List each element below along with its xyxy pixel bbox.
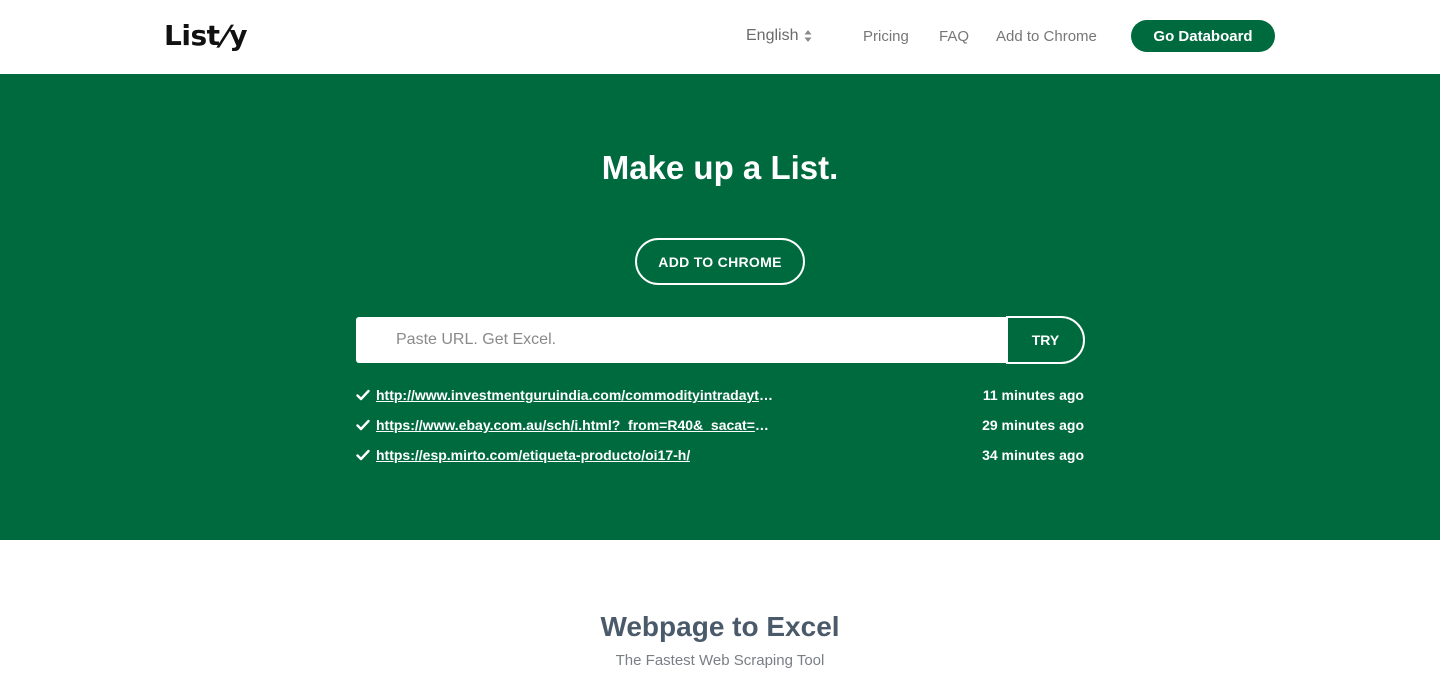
history-time: 11 minutes ago bbox=[982, 387, 1084, 403]
nav-add-to-chrome[interactable]: Add to Chrome bbox=[996, 20, 1097, 52]
hero-section: Make up a List. ADD TO CHROME TRY http:/… bbox=[0, 74, 1440, 540]
add-to-chrome-button[interactable]: ADD TO CHROME bbox=[635, 238, 805, 285]
history-url[interactable]: https://esp.mirto.com/etiqueta-producto/… bbox=[376, 447, 690, 463]
recent-history-list: http://www.investmentguruindia.com/commo… bbox=[356, 380, 1084, 470]
check-icon bbox=[356, 449, 370, 461]
history-url[interactable]: http://www.investmentguruindia.com/commo… bbox=[376, 387, 776, 403]
site-header: List/y English Pricing FAQ Add to Chrome… bbox=[0, 0, 1440, 74]
check-icon bbox=[356, 389, 370, 401]
url-input[interactable] bbox=[356, 317, 1008, 363]
section-title: Webpage to Excel bbox=[600, 611, 840, 642]
history-row: http://www.investmentguruindia.com/commo… bbox=[356, 380, 1084, 410]
listly-logo[interactable]: List/y bbox=[164, 18, 247, 54]
language-selector[interactable]: English bbox=[746, 20, 812, 52]
history-row: https://www.ebay.com.au/sch/i.html?_from… bbox=[356, 410, 1084, 440]
hero-title: Make up a List. bbox=[601, 149, 839, 186]
history-time: 29 minutes ago bbox=[982, 417, 1084, 433]
history-time: 34 minutes ago bbox=[982, 447, 1084, 463]
nav-pricing[interactable]: Pricing bbox=[863, 20, 909, 52]
check-icon bbox=[356, 419, 370, 431]
go-databoard-button[interactable]: Go Databoard bbox=[1131, 20, 1275, 52]
history-row: https://esp.mirto.com/etiqueta-producto/… bbox=[356, 440, 1084, 470]
nav-faq[interactable]: FAQ bbox=[939, 20, 969, 52]
sort-icon bbox=[804, 30, 812, 42]
try-button[interactable]: TRY bbox=[1006, 316, 1085, 364]
history-url[interactable]: https://www.ebay.com.au/sch/i.html?_from… bbox=[376, 417, 776, 433]
language-label: English bbox=[746, 27, 799, 44]
section-subtitle: The Fastest Web Scraping Tool bbox=[615, 652, 825, 669]
